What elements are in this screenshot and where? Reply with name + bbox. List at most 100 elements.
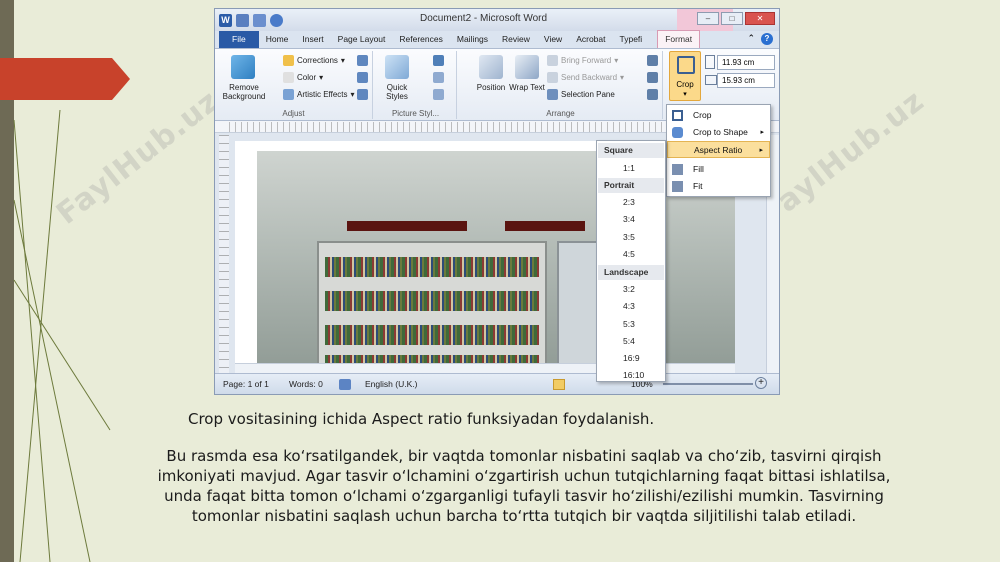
wrap-text-button[interactable]: Wrap Text [509,83,545,92]
arrange-group: Position Wrap Text Bring Forward ▾ Send … [459,51,663,119]
position-button[interactable]: Position [471,83,511,92]
ratio-option[interactable]: 16:10 [623,370,644,380]
bookshelf [317,241,547,375]
submenu-arrow-icon: ▸ [759,147,763,154]
corrections-icon [283,55,294,66]
quick-access-toolbar: W [215,13,283,27]
tab-view[interactable]: View [537,31,569,48]
menu-item-fit[interactable]: Fit [667,178,770,195]
position-icon [479,55,503,79]
page-count[interactable]: Page: 1 of 1 [223,379,269,389]
color-icon [283,72,294,83]
width-field[interactable]: 15.93 cm [717,73,775,88]
watermark: FaylHub.uz [755,83,932,232]
tab-references[interactable]: References [392,31,449,48]
fit-icon [672,181,683,192]
remove-background-button[interactable]: Remove Background [217,83,271,101]
zoom-slider[interactable] [663,383,753,385]
tab-help-area: ⌃ ? [747,33,773,45]
help-icon[interactable]: ? [761,33,773,45]
tab-format[interactable]: Format [657,30,701,48]
collapse-ribbon-icon[interactable]: ⌃ [747,33,755,45]
zoom-in-icon[interactable]: + [755,377,767,389]
ratio-option[interactable]: 4:3 [623,301,635,311]
tab-home[interactable]: Home [259,31,296,48]
slide: FaylHub.uz FaylHub.uz FaylHub.uz W Docum… [0,0,1000,562]
menu-item-fill[interactable]: Fill [667,161,770,178]
bring-forward-icon [547,55,558,66]
bring-forward-button[interactable]: Bring Forward ▾ [547,55,618,66]
color-button[interactable]: Color ▾ [283,72,323,83]
menu-item-aspect-ratio[interactable]: Aspect Ratio ▸ [667,141,770,158]
artistic-effects-icon [283,89,294,100]
window-title: Document2 - Microsoft Word [420,13,548,24]
vertical-ruler[interactable] [219,135,229,375]
ratio-option[interactable]: 1:1 [623,163,635,173]
align-icon[interactable] [647,55,658,66]
maximize-button[interactable]: □ [721,12,743,25]
send-backward-button[interactable]: Send Backward ▾ [547,72,624,83]
ratio-option[interactable]: 5:4 [623,336,635,346]
ratio-option[interactable]: 3:2 [623,284,635,294]
tab-typefi[interactable]: Typefi [613,31,650,48]
menu-item-crop[interactable]: Crop [667,107,770,124]
crop-menu: Crop Crop to Shape ▸ Aspect Ratio ▸ Fill F… [666,104,771,197]
selection-pane-icon [547,89,558,100]
ratio-option[interactable]: 16:9 [623,353,640,363]
picture-effects-icon[interactable] [433,72,444,83]
tab-file[interactable]: File [219,31,259,48]
word-app-icon: W [219,13,232,27]
quick-styles-button[interactable]: Quick Styles [375,83,419,101]
save-icon[interactable] [236,13,249,27]
minimize-button[interactable]: – [697,12,719,25]
reset-picture-icon[interactable] [357,89,368,100]
status-bar: Page: 1 of 1 Words: 0 English (U.K.) 100… [215,373,779,394]
arrow-tab [0,58,130,100]
close-button[interactable]: ✕ [745,12,775,25]
crop-button[interactable]: Crop ▾ [669,51,701,101]
rotate-icon[interactable] [647,89,658,100]
portrait-header: Portrait [598,178,664,193]
tab-insert[interactable]: Insert [295,31,330,48]
ratio-option[interactable]: 5:3 [623,319,635,329]
wrap-text-icon [515,55,539,79]
print-layout-icon[interactable] [553,379,565,390]
title-bar: W Document2 - Microsoft Word – □ ✕ [215,9,779,31]
ratio-option[interactable]: 3:5 [623,232,635,242]
adjust-group: Remove Background Corrections ▾ Color ▾ … [215,51,373,119]
tab-acrobat[interactable]: Acrobat [569,31,612,48]
word-count[interactable]: Words: 0 [289,379,323,389]
picture-border-icon[interactable] [433,55,444,66]
selection-pane-button[interactable]: Selection Pane [547,89,615,100]
ratio-option[interactable]: 3:4 [623,214,635,224]
tab-review[interactable]: Review [495,31,537,48]
corrections-button[interactable]: Corrections ▾ [283,55,345,66]
height-field[interactable]: 11.93 cm [717,55,775,70]
ratio-option[interactable]: 2:3 [623,197,635,207]
redo-icon[interactable] [270,13,283,27]
submenu-arrow-icon: ▸ [760,129,764,136]
picture-layout-icon[interactable] [433,89,444,100]
square-header: Square [598,143,664,158]
crop-label: Crop [676,80,694,89]
chevron-down-icon: ▾ [683,91,687,98]
ribbon-tabs: File Home Insert Page Layout References … [215,30,779,49]
group-icon[interactable] [647,72,658,83]
tab-page-layout[interactable]: Page Layout [331,31,393,48]
proofing-icon[interactable] [339,379,351,390]
picture-styles-group-label: Picture Styl... [391,109,440,118]
fill-icon [672,164,683,175]
window-controls: – □ ✕ [697,12,775,25]
compress-pictures-icon[interactable] [357,55,368,66]
language[interactable]: English (U.K.) [365,379,417,389]
menu-item-crop-to-shape[interactable]: Crop to Shape ▸ [667,124,770,141]
ratio-option[interactable]: 4:5 [623,249,635,259]
undo-icon[interactable] [253,13,266,27]
crop-icon [677,56,695,74]
word-window: W Document2 - Microsoft Word – □ ✕ File … [214,8,780,395]
tab-mailings[interactable]: Mailings [450,31,495,48]
adjust-group-label: Adjust [282,109,305,118]
landscape-header: Landscape [598,265,664,280]
change-picture-icon[interactable] [357,72,368,83]
artistic-effects-button[interactable]: Artistic Effects ▾ [283,89,355,100]
